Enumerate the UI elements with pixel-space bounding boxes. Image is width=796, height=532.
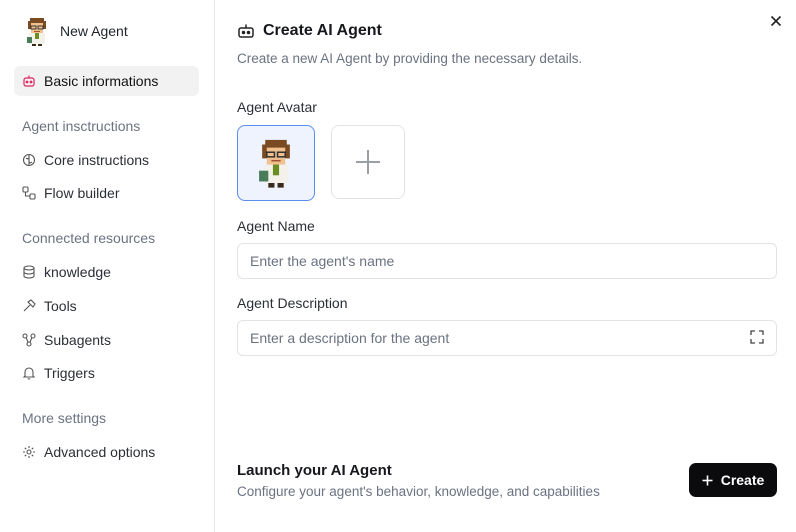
close-button[interactable] — [767, 12, 785, 30]
sidebar-item-tools[interactable]: Tools — [14, 291, 199, 321]
sidebar-item-basic-informations[interactable]: Basic informations — [14, 66, 199, 96]
section-agent-instructions: Agent insctructions — [22, 118, 141, 134]
gear-icon — [22, 445, 36, 459]
agent-header: New Agent — [24, 16, 128, 46]
sidebar-item-label: Subagents — [44, 332, 111, 348]
expand-icon[interactable] — [750, 330, 764, 344]
sidebar-item-knowledge[interactable]: knowledge — [14, 257, 199, 287]
brain-icon — [22, 153, 36, 167]
sidebar-item-label: Triggers — [44, 365, 95, 381]
sidebar-item-subagents[interactable]: Subagents — [14, 325, 199, 355]
sidebar-item-label: Advanced options — [44, 444, 156, 460]
create-button-label: Create — [720, 472, 765, 488]
avatar-option-scientist[interactable] — [237, 125, 315, 201]
scientist-avatar-icon — [27, 18, 46, 46]
network-icon — [22, 333, 36, 347]
agent-name: New Agent — [60, 23, 128, 39]
add-avatar-button[interactable] — [331, 125, 405, 199]
bot-icon — [22, 74, 36, 88]
database-icon — [22, 265, 36, 279]
plus-icon — [702, 475, 713, 485]
page-title: Create AI Agent — [263, 22, 382, 39]
section-connected-resources: Connected resources — [22, 230, 156, 246]
agent-description-input[interactable] — [237, 320, 777, 356]
sidebar-item-label: Core instructions — [44, 152, 150, 168]
flow-icon — [22, 186, 36, 200]
name-label: Agent Name — [237, 218, 315, 234]
page-subtitle: Create a new AI Agent by providing the n… — [237, 51, 583, 66]
avatar-label: Agent Avatar — [237, 99, 317, 115]
sidebar-item-label: Flow builder — [44, 185, 120, 201]
bell-icon — [22, 366, 36, 380]
section-more-settings: More settings — [22, 410, 107, 426]
agent-name-input[interactable] — [237, 243, 777, 279]
launch-subtitle: Configure your agent's behavior, knowled… — [237, 484, 600, 499]
close-icon — [770, 15, 782, 27]
create-agent-dialog: New Agent Basic informations Agent insct… — [0, 0, 796, 532]
create-button[interactable]: Create — [689, 463, 777, 497]
description-label: Agent Description — [237, 295, 348, 311]
bot-icon — [238, 24, 254, 38]
sidebar-item-core-instructions[interactable]: Core instructions — [14, 145, 199, 175]
hammer-icon — [22, 299, 36, 313]
scientist-avatar-icon — [259, 139, 290, 188]
sidebar-item-label: Tools — [44, 298, 77, 314]
sidebar: New Agent Basic informations Agent insct… — [0, 0, 215, 532]
page-header: Create AI Agent — [237, 22, 382, 40]
sidebar-item-triggers[interactable]: Triggers — [14, 358, 199, 388]
sidebar-item-label: knowledge — [44, 264, 111, 280]
sidebar-item-advanced-options[interactable]: Advanced options — [14, 437, 199, 467]
sidebar-item-flow-builder[interactable]: Flow builder — [14, 178, 199, 208]
launch-title: Launch your AI Agent — [237, 462, 392, 479]
sidebar-item-label: Basic informations — [44, 73, 159, 89]
plus-icon — [356, 150, 380, 174]
